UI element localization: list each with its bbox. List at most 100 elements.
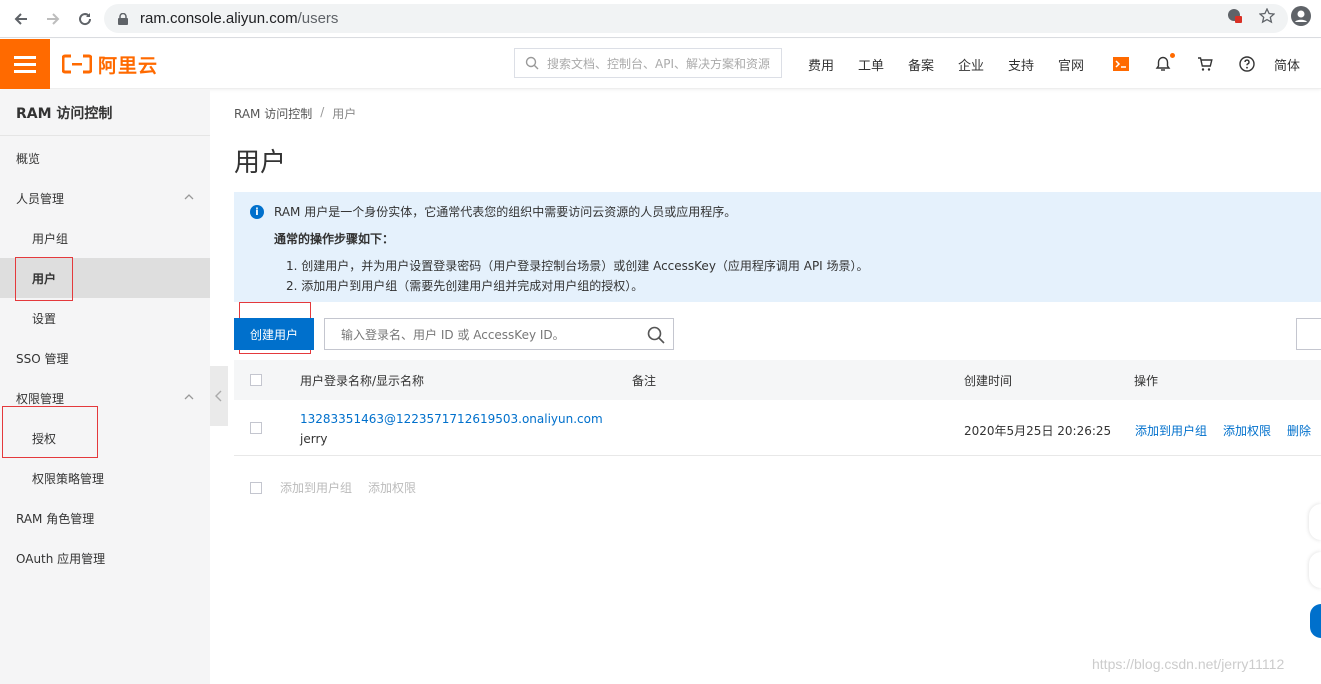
notice-heading: 通常的操作步骤如下： [274, 232, 395, 246]
floating-widget-1[interactable] [1309, 504, 1321, 540]
topnav-link-tickets[interactable]: 工单 [846, 55, 896, 74]
sidebar-item-label: SSO 管理 [16, 351, 69, 366]
sidebar-item-label: 权限策略管理 [32, 471, 105, 486]
menu-toggle-button[interactable] [0, 39, 50, 89]
sidebar-item-label: 设置 [32, 311, 57, 326]
profile-avatar-icon[interactable] [1291, 6, 1311, 26]
notification-dot [1170, 53, 1175, 58]
search-icon[interactable] [647, 326, 665, 344]
batch-add-permission-button[interactable]: 添加权限 [368, 479, 416, 496]
notice-description: RAM 用户是一个身份实体，它通常代表您的组织中需要访问云资源的人员或应用程序。 [274, 205, 737, 219]
cart-icon[interactable] [1184, 39, 1226, 89]
browser-toolbar: ram.console.aliyun.com/users [0, 0, 1321, 38]
info-notice: i RAM 用户是一个身份实体，它通常代表您的组织中需要访问云资源的人员或应用程… [234, 192, 1321, 302]
sidebar-group-identities[interactable]: 人员管理 [0, 178, 210, 218]
sidebar-item-label: RAM 角色管理 [16, 511, 95, 526]
sidebar-item-settings[interactable]: 设置 [0, 298, 210, 338]
users-table: 用户登录名称/显示名称 备注 创建时间 操作 13283351463@12235… [234, 360, 1321, 456]
notice-step-1: 1. 创建用户，并为用户设置登录密码（用户登录控制台场景）或创建 AccessK… [286, 259, 869, 273]
sidebar-title: RAM 访问控制 [0, 90, 210, 136]
add-permission-link[interactable]: 添加权限 [1223, 422, 1271, 439]
sidebar-item-label: 人员管理 [16, 191, 65, 206]
aliyun-logo[interactable]: 阿里云 [62, 52, 159, 77]
sidebar: RAM 访问控制 概览 人员管理 用户组 用户 设置 SSO 管理 权限管理 授… [0, 90, 210, 684]
row-checkbox[interactable] [250, 422, 262, 434]
select-all-checkbox[interactable] [250, 374, 262, 386]
sidebar-item-oauth[interactable]: OAuth 应用管理 [0, 538, 210, 578]
topnav-link-support[interactable]: 支持 [996, 55, 1046, 74]
breadcrumb: RAM 访问控制 / 用户 [234, 105, 356, 122]
header-actions: 操作 [1134, 374, 1159, 388]
table-row: 13283351463@1223571712619503.onaliyun.co… [234, 400, 1321, 456]
sidebar-item-groups[interactable]: 用户组 [0, 218, 210, 258]
sidebar-item-label: OAuth 应用管理 [16, 551, 106, 566]
watermark: https://blog.csdn.net/jerry11112 [1092, 656, 1285, 672]
main-content: RAM 访问控制 / 用户 用户 i RAM 用户是一个身份实体，它通常代表您的… [234, 90, 1321, 684]
sidebar-item-policies[interactable]: 权限策略管理 [0, 458, 210, 498]
notice-step-2: 2. 添加用户到用户组（需要先创建用户组并完成对用户组的授权）。 [286, 279, 644, 293]
lock-icon [118, 12, 128, 25]
highlight-box-users [15, 257, 73, 301]
search-icon [525, 56, 539, 70]
global-search-input[interactable]: 搜索文档、控制台、API、解决方案和资源 [514, 48, 782, 78]
user-login-name-link[interactable]: 13283351463@1223571712619503.onaliyun.co… [300, 412, 603, 426]
reload-icon[interactable] [70, 4, 100, 34]
sidebar-item-label: 概览 [16, 151, 41, 166]
breadcrumb-root[interactable]: RAM 访问控制 [234, 105, 312, 122]
global-search-placeholder: 搜索文档、控制台、API、解决方案和资源 [547, 56, 770, 71]
url-host: ram.console.aliyun.com [140, 10, 298, 27]
chevron-up-icon [184, 394, 194, 400]
topnav-link-enterprise[interactable]: 企业 [946, 55, 996, 74]
bookmark-star-icon[interactable] [1259, 8, 1275, 24]
topnav-icons: 简体 [1100, 39, 1300, 89]
user-created-time: 2020年5月25日 20:26:25 [964, 424, 1112, 438]
browser-actions [1227, 6, 1311, 26]
table-header: 用户登录名称/显示名称 备注 创建时间 操作 [234, 360, 1321, 400]
topnav-link-icp[interactable]: 备案 [896, 55, 946, 74]
sidebar-item-overview[interactable]: 概览 [0, 138, 210, 178]
topnav-link-billing[interactable]: 费用 [796, 55, 846, 74]
cloud-shell-icon[interactable] [1100, 39, 1142, 89]
aliyun-mark-icon [62, 54, 92, 74]
floating-widget-2[interactable] [1309, 552, 1321, 588]
language-switch[interactable]: 简体 [1274, 55, 1300, 74]
notification-bell-icon[interactable] [1142, 39, 1184, 89]
info-icon: i [250, 205, 264, 219]
logo-text: 阿里云 [98, 54, 159, 77]
create-user-button[interactable]: 创建用户 [234, 318, 314, 350]
chevron-left-icon [215, 390, 222, 402]
header-created: 创建时间 [964, 374, 1013, 388]
topnav-links: 费用 工单 备案 企业 支持 官网 [796, 39, 1096, 89]
sidebar-item-label: 用户组 [32, 231, 69, 246]
batch-add-to-group-button[interactable]: 添加到用户组 [280, 479, 352, 496]
table-toolbar: 创建用户 输入登录名、用户 ID 或 AccessKey ID。 [234, 318, 1321, 350]
header-name: 用户登录名称/显示名称 [300, 374, 425, 388]
header-note: 备注 [632, 374, 657, 388]
sidebar-item-roles[interactable]: RAM 角色管理 [0, 498, 210, 538]
console-topnav: 阿里云 搜索文档、控制台、API、解决方案和资源 费用 工单 备案 企业 支持 … [0, 39, 1321, 89]
batch-actions: 添加到用户组 添加权限 [234, 478, 634, 498]
address-bar[interactable]: ram.console.aliyun.com/users [104, 4, 1288, 33]
help-icon[interactable] [1226, 39, 1268, 89]
user-search-input[interactable]: 输入登录名、用户 ID 或 AccessKey ID。 [324, 318, 674, 350]
add-to-group-link[interactable]: 添加到用户组 [1135, 422, 1207, 439]
page-title: 用户 [234, 148, 287, 178]
url-text: ram.console.aliyun.com/users [140, 10, 338, 27]
floating-help-button[interactable] [1310, 604, 1321, 638]
batch-select-checkbox[interactable] [250, 482, 262, 494]
breadcrumb-separator: / [320, 105, 325, 119]
highlight-box-grants [2, 406, 98, 458]
breadcrumb-current: 用户 [332, 107, 357, 121]
forward-icon[interactable] [38, 4, 68, 34]
url-path: /users [297, 10, 339, 27]
back-icon[interactable] [6, 4, 36, 34]
user-display-name: jerry [300, 432, 328, 446]
user-search-placeholder: 输入登录名、用户 ID 或 AccessKey ID。 [341, 327, 565, 342]
blocked-content-icon[interactable] [1227, 8, 1243, 24]
delete-user-link[interactable]: 删除 [1287, 422, 1311, 439]
sidebar-collapse-handle[interactable] [210, 366, 228, 426]
topnav-link-website[interactable]: 官网 [1046, 55, 1096, 74]
sidebar-item-sso[interactable]: SSO 管理 [0, 338, 210, 378]
refresh-button[interactable] [1296, 318, 1321, 350]
sidebar-item-label: 权限管理 [16, 391, 65, 406]
